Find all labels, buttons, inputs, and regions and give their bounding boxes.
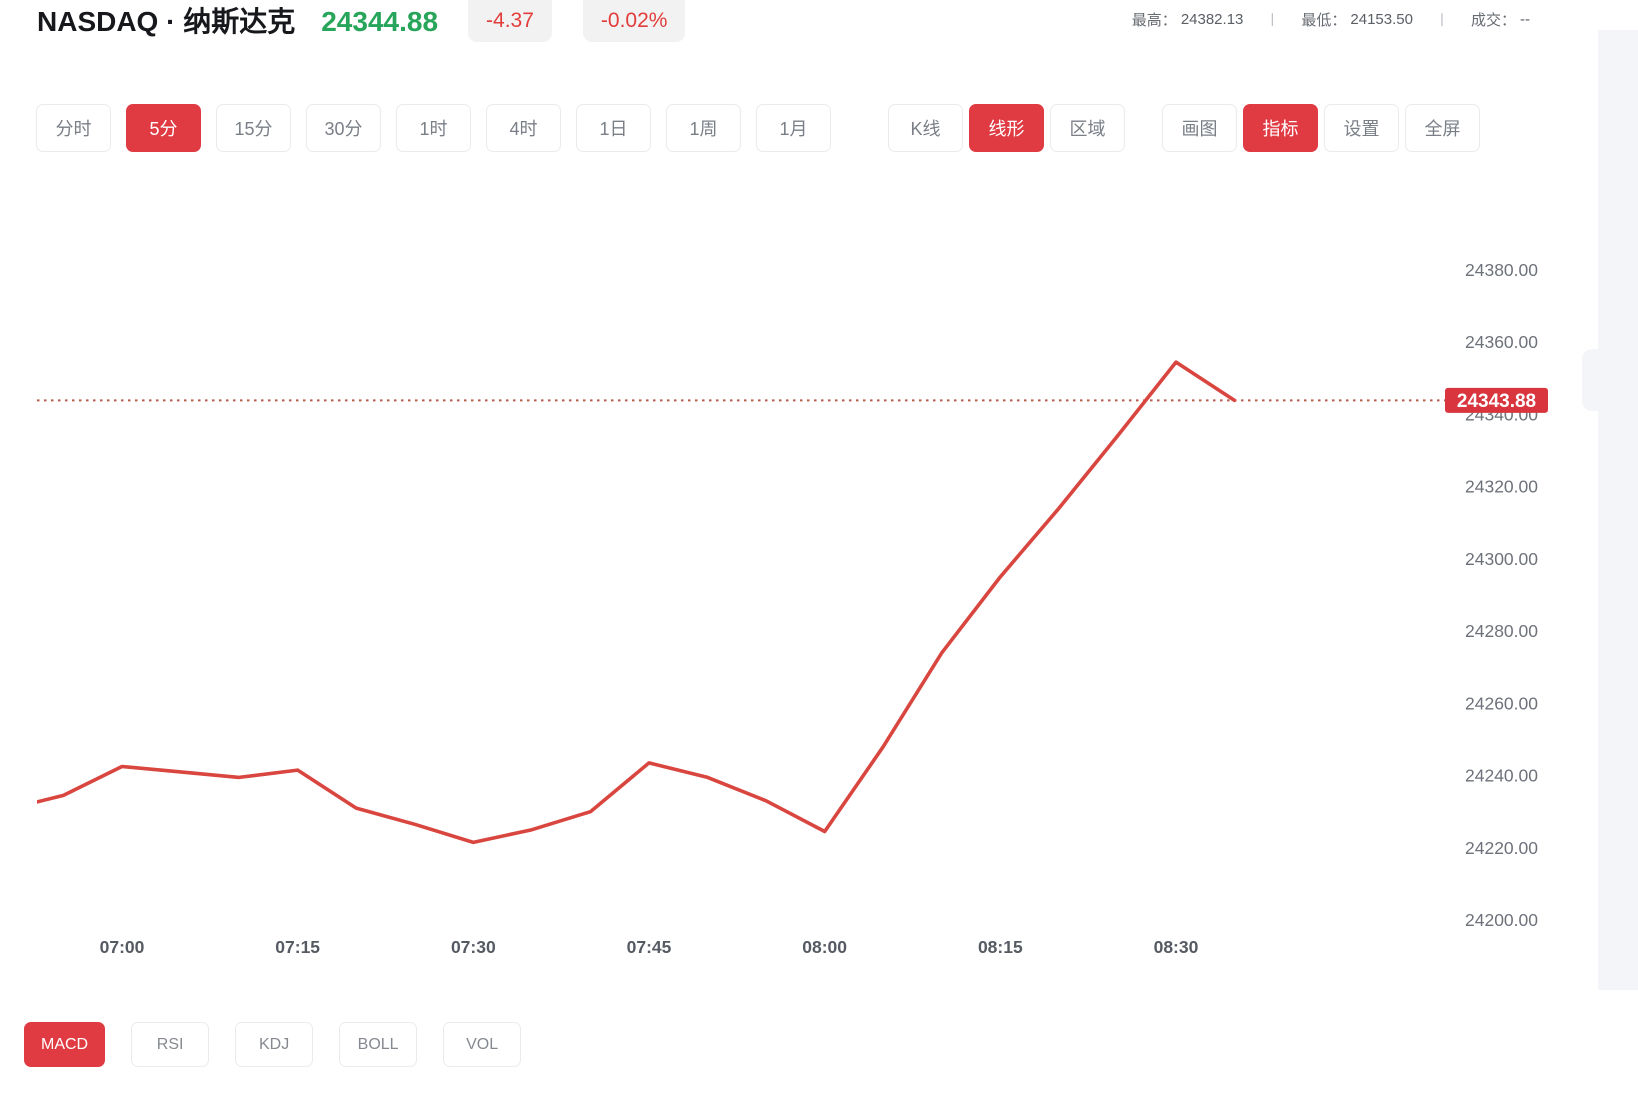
y-axis-tick-label: 24380.00 (1465, 260, 1538, 280)
x-axis-tick-label: 07:15 (275, 937, 320, 957)
price-line-chart[interactable]: 24380.0024360.0024340.0024320.0024300.00… (0, 0, 1638, 1114)
right-panel-rail (1598, 30, 1638, 990)
y-axis-tick-label: 24200.00 (1465, 910, 1538, 930)
y-axis-tick-label: 24300.00 (1465, 549, 1538, 569)
x-axis-tick-label: 08:15 (978, 937, 1023, 957)
y-axis-tick-label: 24280.00 (1465, 621, 1538, 641)
indicator-toolbar: MACD RSI KDJ BOLL VOL (24, 1022, 521, 1067)
indicator-button-boll[interactable]: BOLL (339, 1022, 417, 1067)
x-axis-tick-label: 08:00 (802, 937, 847, 957)
panel-expand-handle[interactable] (1582, 349, 1599, 411)
x-axis-tick-label: 07:45 (627, 937, 672, 957)
price-line-series (5, 362, 1235, 842)
y-axis-tick-label: 24320.00 (1465, 477, 1538, 497)
y-axis-tick-label: 24220.00 (1465, 838, 1538, 858)
plot-area (5, 362, 1445, 842)
x-axis-tick-label: 07:00 (100, 937, 145, 957)
x-axis-tick-label: 07:30 (451, 937, 496, 957)
indicator-button-macd[interactable]: MACD (24, 1022, 105, 1067)
indicator-button-vol[interactable]: VOL (443, 1022, 521, 1067)
x-axis-tick-label: 08:30 (1154, 937, 1199, 957)
y-axis-tick-label: 24240.00 (1465, 766, 1538, 786)
indicator-button-kdj[interactable]: KDJ (235, 1022, 313, 1067)
indicator-button-rsi[interactable]: RSI (131, 1022, 209, 1067)
current-price-badge-label: 24343.88 (1457, 391, 1536, 412)
y-axis-tick-label: 24260.00 (1465, 693, 1538, 713)
y-axis-tick-label: 24360.00 (1465, 332, 1538, 352)
